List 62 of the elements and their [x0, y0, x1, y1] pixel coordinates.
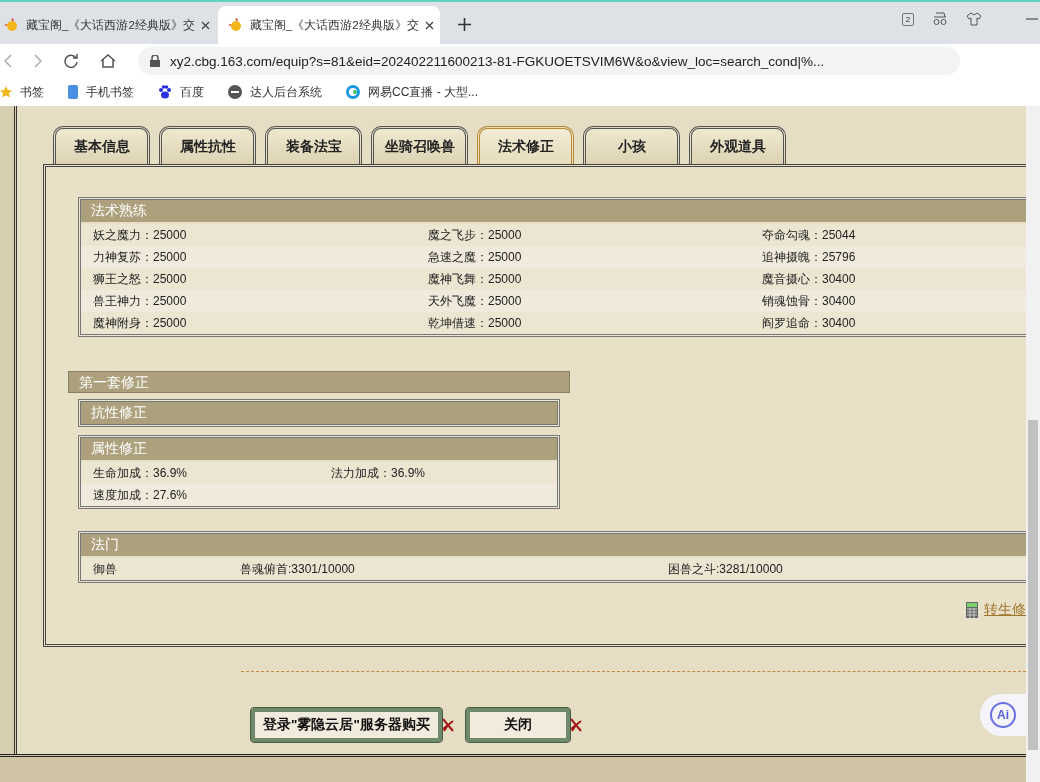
- close-button[interactable]: 关闭: [465, 708, 570, 742]
- stat-text: 法力加成：36.9%: [331, 464, 427, 482]
- shirt-icon[interactable]: [966, 12, 982, 26]
- bookmark-link[interactable]: 达人后台系统: [250, 83, 322, 101]
- section-header: 属性修正: [81, 438, 557, 462]
- star-icon: [0, 86, 12, 98]
- stat-text: 魔神飞舞：25000: [428, 270, 523, 288]
- stat-text: 妖之魔力：25000: [93, 226, 188, 244]
- close-icon[interactable]: [200, 20, 210, 30]
- address-bar[interactable]: xy2.cbg.163.com/equip?s=81&eid=202402211600213-81-FGKUOETSVIM6W&o&view_loc=search_cond|%...: [138, 47, 960, 75]
- section-header: 抗性修正: [81, 402, 557, 424]
- ring-logo-icon: [346, 85, 360, 99]
- section-tab[interactable]: 属性抗性: [159, 126, 256, 164]
- section-header: 法门: [81, 534, 1026, 558]
- section-tab[interactable]: 法术修正: [477, 126, 574, 164]
- bookmark-link[interactable]: 书签: [20, 83, 44, 101]
- stat-text: 阎罗追命：30400: [762, 314, 857, 332]
- section-tab[interactable]: 外观道具: [689, 126, 786, 164]
- browser-tab[interactable]: 藏宝阁_《大话西游2经典版》交: [217, 6, 440, 44]
- tab-title: 藏宝阁_《大话西游2经典版》交: [249, 17, 419, 33]
- tab-title: 藏宝阁_《大话西游2经典版》交: [26, 17, 195, 33]
- stat-text: 天外飞魔：25000: [428, 292, 523, 310]
- lock-icon: [150, 55, 160, 67]
- stat-text: 追神摄魄：25796: [762, 248, 857, 266]
- close-icon[interactable]: [424, 20, 434, 30]
- section-tab[interactable]: 基本信息: [53, 126, 150, 164]
- ai-button[interactable]: Ai: [980, 694, 1026, 736]
- section-tab[interactable]: 小孩: [583, 126, 680, 164]
- stat-text: 速度加成：27.6%: [93, 486, 189, 504]
- stat-text: 魔音摄心：30400: [762, 270, 857, 288]
- stat-text: 狮王之怒：25000: [93, 270, 188, 288]
- stat-text: 生命加成：36.9%: [93, 464, 189, 482]
- stat-text: 夺命勾魂：25044: [762, 226, 857, 244]
- section-tab[interactable]: 装备法宝: [265, 126, 362, 164]
- reload-icon[interactable]: [64, 54, 78, 68]
- bookmark-link[interactable]: 网易CC直播 - 大型...: [368, 83, 478, 101]
- stat-text: 魔神附身：25000: [93, 314, 188, 332]
- paw-icon: [158, 85, 172, 99]
- section-header: 第一套修正: [68, 371, 570, 393]
- buy-button[interactable]: 登录"雾隐云居"服务器购买: [251, 708, 442, 742]
- phone-icon: [68, 85, 78, 99]
- circle-logo-icon: [228, 85, 242, 99]
- browser-tab[interactable]: 藏宝阁_《大话西游2经典版》交: [0, 6, 216, 44]
- scrollbar-thumb[interactable]: [1028, 420, 1038, 750]
- glasses-icon[interactable]: [932, 12, 948, 26]
- stat-text: 魔之飞步：25000: [428, 226, 523, 244]
- stat-text: 乾坤借速：25000: [428, 314, 523, 332]
- stat-text: 困兽之斗:3281/10000: [668, 560, 784, 578]
- stat-text: 力神复苏：25000: [93, 248, 188, 266]
- stat-text: 御兽: [93, 560, 118, 578]
- bookmark-link[interactable]: 百度: [180, 83, 204, 101]
- bookmark-link[interactable]: 手机书签: [86, 83, 134, 101]
- stat-text: 兽魂俯首:3301/10000: [240, 560, 356, 578]
- section-header: 法术熟练: [81, 200, 1026, 224]
- section-tab[interactable]: 坐骑召唤兽: [371, 126, 468, 164]
- stat-text: 兽王神力：25000: [93, 292, 188, 310]
- stat-text: 销魂蚀骨：30400: [762, 292, 857, 310]
- tab-count[interactable]: 2: [902, 12, 914, 26]
- stat-text: 急速之魔：25000: [428, 248, 523, 266]
- new-tab-icon[interactable]: [457, 18, 471, 31]
- calculator-icon: [966, 602, 978, 618]
- home-icon[interactable]: [100, 54, 116, 68]
